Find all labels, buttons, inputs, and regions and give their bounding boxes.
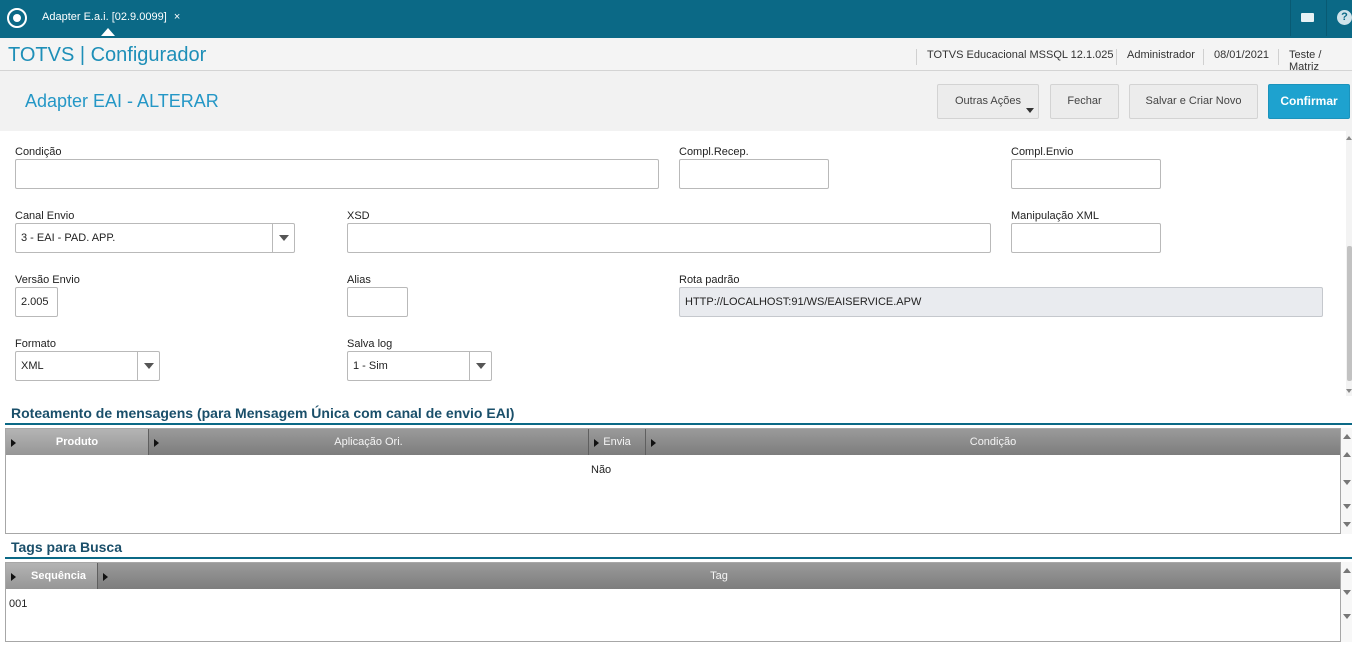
routing-grid-header: Produto Aplicação Ori. Envia Condição xyxy=(6,429,1340,455)
section-divider xyxy=(5,423,1352,425)
active-tab-indicator xyxy=(101,28,115,36)
scroll-down-icon[interactable] xyxy=(1343,614,1351,619)
help-icon[interactable]: ? xyxy=(1326,0,1352,36)
compl-recep-label: Compl.Recep. xyxy=(679,146,749,158)
sort-arrow-icon xyxy=(154,439,159,447)
column-tag[interactable]: Tag xyxy=(98,563,1340,589)
company-info[interactable]: Teste / Matriz xyxy=(1278,49,1352,73)
user-info: Administrador xyxy=(1116,49,1195,65)
tags-section-title: Tags para Busca xyxy=(11,539,123,555)
column-produto[interactable]: Produto xyxy=(6,429,149,455)
rota-padrao-label: Rota padrão xyxy=(679,274,740,286)
chevron-down-icon[interactable] xyxy=(469,352,491,380)
other-actions-button[interactable]: Outras Ações xyxy=(937,84,1039,119)
scroll-down-icon[interactable] xyxy=(1343,504,1351,509)
salva-log-select[interactable]: 1 - Sim xyxy=(347,351,492,381)
date-info: 08/01/2021 xyxy=(1203,49,1269,65)
canal-envio-value: 3 - EAI - PAD. APP. xyxy=(21,232,116,244)
form-area: Condição Compl.Recep. Compl.Envio Canal … xyxy=(5,131,1352,403)
manipulacao-xml-label: Manipulação XML xyxy=(1011,210,1100,222)
versao-envio-input[interactable]: 2.005 xyxy=(15,287,58,317)
mail-icon[interactable] xyxy=(1290,0,1324,36)
salva-log-label: Salva log xyxy=(347,338,393,350)
scroll-down-icon[interactable] xyxy=(1346,389,1352,393)
scroll-down-icon[interactable] xyxy=(1343,590,1351,595)
close-button[interactable]: Fechar xyxy=(1050,84,1119,119)
routing-grid-scrollbar[interactable] xyxy=(1341,428,1352,534)
action-bar: Adapter EAI - ALTERAR Outras Ações Fecha… xyxy=(0,71,1352,131)
formato-label: Formato xyxy=(15,338,56,350)
column-condicao[interactable]: Condição xyxy=(646,429,1340,455)
condicao-label: Condição xyxy=(15,146,62,158)
routing-section-title: Roteamento de mensagens (para Mensagem Ú… xyxy=(11,405,515,421)
salva-log-value: 1 - Sim xyxy=(353,360,388,372)
versao-envio-label: Versão Envio xyxy=(15,274,80,286)
sort-arrow-icon xyxy=(11,439,16,447)
canal-envio-label: Canal Envio xyxy=(15,210,75,222)
top-tab-bar: Adapter E.a.i. [02.9.0099] × ? xyxy=(0,0,1352,36)
alias-input[interactable] xyxy=(347,287,408,317)
manipulacao-xml-input[interactable] xyxy=(1011,223,1161,253)
alias-label: Alias xyxy=(347,274,371,286)
envia-cell: Não xyxy=(591,464,612,476)
scrollbar-thumb[interactable] xyxy=(1347,246,1352,381)
tab-label: Adapter E.a.i. [02.9.0099] xyxy=(42,11,167,23)
condicao-input[interactable] xyxy=(15,159,659,189)
page-title: Adapter EAI - ALTERAR xyxy=(25,91,219,111)
sequencia-cell: 001 xyxy=(9,598,28,610)
tags-grid-scrollbar[interactable] xyxy=(1341,562,1352,642)
rota-padrao-input: HTTP://LOCALHOST:91/WS/EAISERVICE.APW xyxy=(679,287,1323,317)
sort-arrow-icon xyxy=(651,439,656,447)
environment-info: TOTVS Educacional MSSQL 12.1.025 xyxy=(916,49,1114,65)
column-envia[interactable]: Envia xyxy=(589,429,646,455)
other-actions-label: Outras Ações xyxy=(954,95,1022,107)
confirm-button[interactable]: Confirmar xyxy=(1268,84,1350,119)
xsd-input[interactable] xyxy=(347,223,991,253)
canal-envio-select[interactable]: 3 - EAI - PAD. APP. xyxy=(15,223,295,253)
scroll-up-icon[interactable] xyxy=(1343,568,1351,573)
app-header: TOTVS | Configurador TOTVS Educacional M… xyxy=(0,36,1352,73)
formato-value: XML xyxy=(21,360,44,372)
scroll-up-icon[interactable] xyxy=(1343,452,1351,457)
chevron-down-icon xyxy=(1026,108,1034,113)
sort-arrow-icon xyxy=(103,573,108,581)
routing-grid: Produto Aplicação Ori. Envia Condição Nã… xyxy=(5,428,1341,534)
column-aplicacao-ori[interactable]: Aplicação Ori. xyxy=(149,429,589,455)
chevron-down-icon[interactable] xyxy=(272,224,294,252)
xsd-label: XSD xyxy=(347,210,370,222)
totvs-logo-icon[interactable] xyxy=(7,8,27,28)
form-scrollbar[interactable] xyxy=(1346,131,1352,396)
app-title: TOTVS | Configurador xyxy=(8,44,207,66)
scroll-down-icon[interactable] xyxy=(1343,480,1351,485)
compl-envio-label: Compl.Envio xyxy=(1011,146,1074,158)
compl-recep-input[interactable] xyxy=(679,159,829,189)
save-and-new-button[interactable]: Salvar e Criar Novo xyxy=(1129,84,1258,119)
section-divider xyxy=(5,557,1352,559)
scroll-first-icon[interactable] xyxy=(1343,434,1351,439)
compl-envio-input[interactable] xyxy=(1011,159,1161,189)
scroll-up-icon[interactable] xyxy=(1346,136,1352,140)
formato-select[interactable]: XML xyxy=(15,351,160,381)
sort-arrow-icon xyxy=(11,573,16,581)
sort-arrow-icon xyxy=(594,439,599,447)
chevron-down-icon[interactable] xyxy=(137,352,159,380)
close-tab-icon[interactable]: × xyxy=(174,11,180,23)
tags-grid: Sequência Tag 001 xyxy=(5,562,1341,642)
tags-grid-header: Sequência Tag xyxy=(6,563,1340,589)
column-sequencia[interactable]: Sequência xyxy=(6,563,98,589)
scroll-last-icon[interactable] xyxy=(1343,522,1351,527)
